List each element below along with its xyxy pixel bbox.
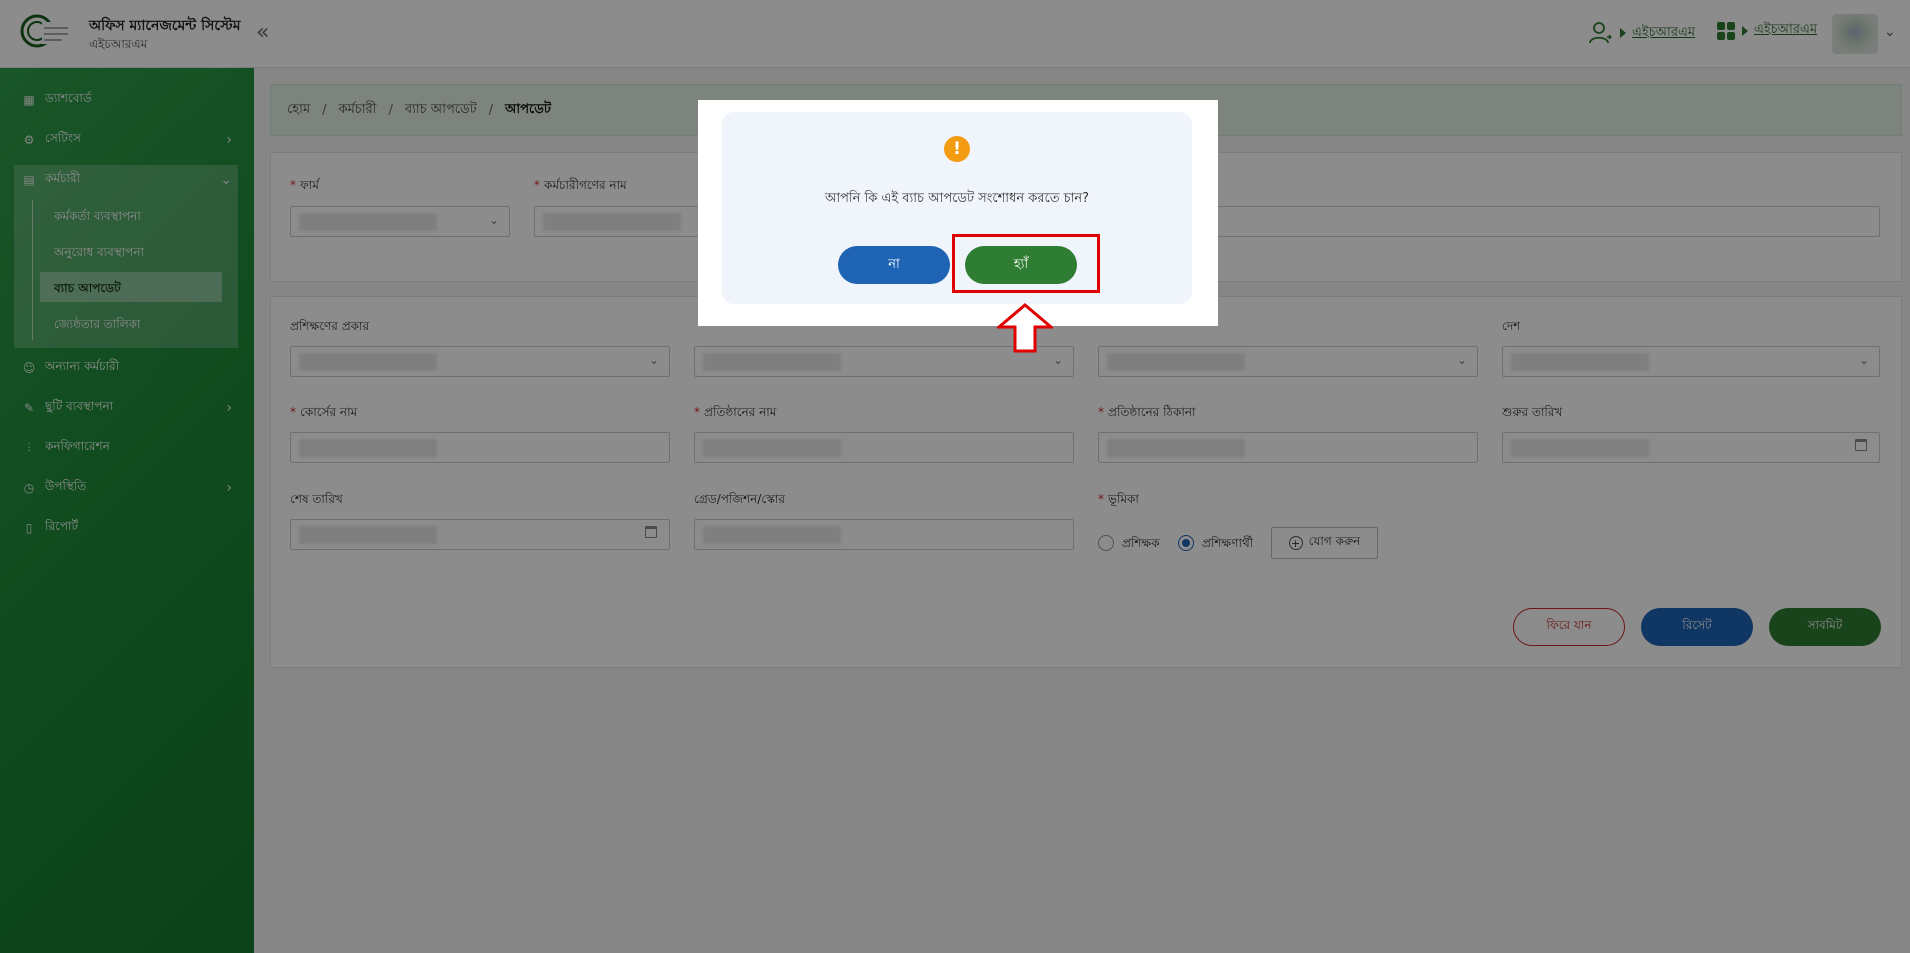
highlight-box [952,234,1100,293]
confirm-message: আপনি কি এই ব্যাচ আপডেট সংশোধন করতে চান? [824,191,1090,206]
confirm-no-button[interactable]: না [838,246,950,284]
up-arrow-annotation [997,303,1053,353]
warning-icon: ! [944,136,970,162]
